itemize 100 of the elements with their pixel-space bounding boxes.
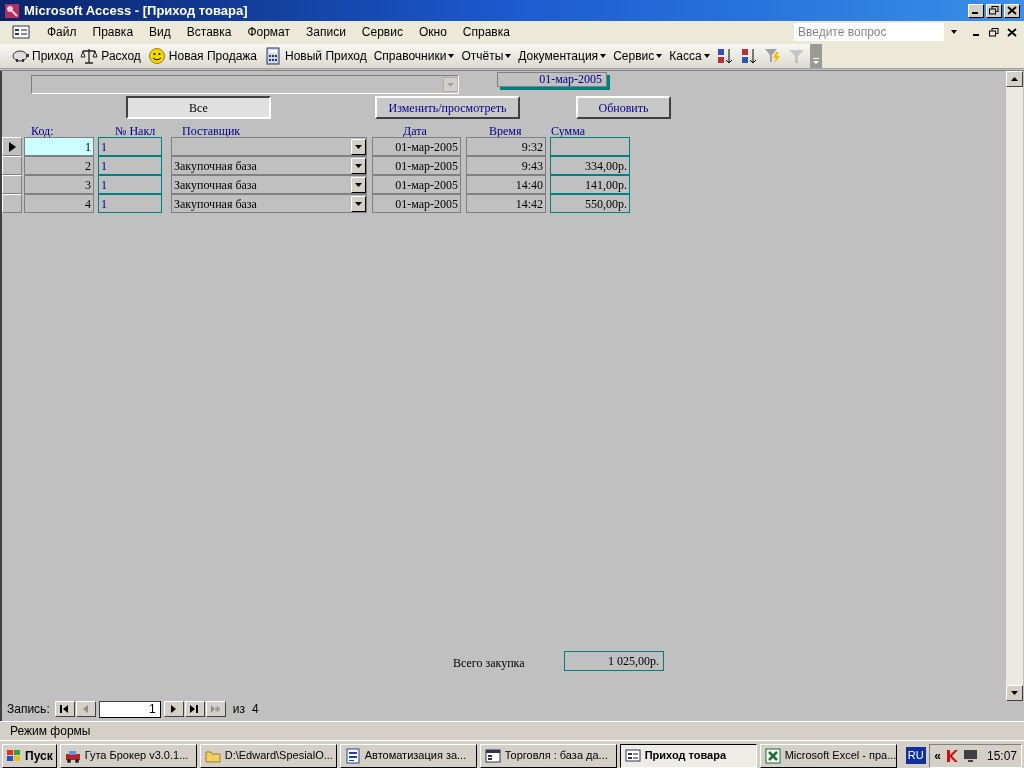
supplier-combo-field[interactable]: Закупочная база: [171, 175, 367, 194]
record-number-field[interactable]: 1: [98, 700, 161, 718]
total-field: 1 025,00р.: [564, 651, 664, 671]
scales-icon: [80, 46, 99, 65]
invoice-cell[interactable]: 1: [98, 137, 162, 156]
taskbar-button[interactable]: D:\Edward\SpesialO...: [199, 743, 337, 768]
document-icon: [344, 747, 361, 764]
scroll-up-button[interactable]: [1006, 71, 1023, 87]
tray-expand-button[interactable]: «: [934, 746, 941, 765]
close-button[interactable]: [1004, 3, 1020, 18]
menu-item[interactable]: Формат: [240, 21, 298, 43]
form-icon: [12, 25, 30, 39]
time-cell[interactable]: 14:40: [466, 175, 546, 194]
supplier-combo-field[interactable]: Закупочная база: [171, 156, 367, 175]
menu-item[interactable]: Записи: [299, 21, 353, 43]
restore-button[interactable]: [986, 3, 1002, 18]
sort-descending-icon: [740, 46, 759, 65]
time-cell[interactable]: 14:42: [466, 194, 546, 213]
taskbar-button[interactable]: Автоматизация за...: [339, 743, 477, 768]
total-label: Всего закупка: [453, 655, 525, 672]
taskbar-button[interactable]: Приход товара: [619, 743, 757, 768]
form-icon: [624, 747, 641, 764]
monitor-icon: [962, 748, 979, 763]
scroll-down-button[interactable]: [1006, 685, 1023, 701]
supplier-text: Закупочная база: [174, 195, 257, 213]
toolbar-button[interactable]: Новый Приход: [261, 44, 370, 67]
time-cell[interactable]: 9:43: [466, 156, 546, 175]
previous-icon: [81, 705, 91, 713]
toolbar-button[interactable]: Приход: [8, 44, 77, 67]
caret-icon: [355, 163, 362, 168]
menu-item[interactable]: Справка: [455, 21, 517, 43]
caret-icon: [600, 53, 607, 58]
current-record-icon: [8, 141, 16, 152]
minimize-button[interactable]: [968, 3, 984, 18]
time-cell[interactable]: 9:32: [466, 137, 546, 156]
toolbar-menu[interactable]: Сервис: [610, 44, 666, 67]
last-record-button[interactable]: [184, 701, 205, 717]
toolbar-button[interactable]: Расход: [77, 44, 144, 67]
code-cell[interactable]: 4: [24, 194, 94, 213]
date-cell[interactable]: 01-мар-2005: [372, 156, 461, 175]
supplier-combo-field[interactable]: Закупочная база: [171, 194, 367, 213]
sum-cell[interactable]: 141,00р.: [550, 175, 630, 194]
new-record-icon: [211, 705, 221, 713]
caret-icon: [355, 182, 362, 187]
invoice-cell[interactable]: 1: [98, 156, 162, 175]
code-cell[interactable]: 1: [24, 137, 94, 156]
column-header: Время: [489, 123, 522, 140]
last-icon: [190, 705, 200, 713]
supplier-combo-field[interactable]: [171, 137, 367, 156]
menu-item[interactable]: Вставка: [179, 21, 239, 43]
start-button[interactable]: Пуск: [2, 743, 57, 768]
supplier-text: Закупочная база: [174, 157, 257, 175]
toolbar-overflow-button[interactable]: [809, 43, 822, 68]
language-indicator[interactable]: RU: [905, 747, 926, 764]
taskbar-button[interactable]: Microsoft Excel - пра...: [759, 743, 897, 768]
supplier-text: Закупочная база: [174, 176, 257, 194]
help-search-field[interactable]: Введите вопрос: [794, 23, 944, 41]
invoice-cell[interactable]: 1: [98, 175, 162, 194]
menu-item[interactable]: Файл: [40, 21, 84, 43]
previous-record-button[interactable]: [75, 701, 96, 717]
filter-combo-field[interactable]: [31, 75, 459, 94]
calculator-icon: [264, 46, 282, 65]
toolbar-menu[interactable]: Отчёты: [458, 44, 515, 67]
new-record-button[interactable]: [205, 701, 226, 717]
menu-item[interactable]: Окно: [411, 21, 454, 43]
form-button[interactable]: Все: [126, 96, 271, 119]
first-icon: [60, 705, 70, 713]
date-cell[interactable]: 01-мар-2005: [372, 137, 461, 156]
filter-lightning-icon: [764, 46, 783, 65]
code-cell[interactable]: 3: [24, 175, 94, 194]
sum-cell[interactable]: [550, 137, 630, 156]
next-record-button[interactable]: [163, 701, 184, 717]
caret-icon: [448, 53, 455, 58]
date-cell[interactable]: 01-мар-2005: [372, 175, 461, 194]
date-field: 01-мар-2005: [497, 72, 607, 87]
menu-item[interactable]: Правка: [85, 21, 141, 43]
taskbar-button[interactable]: Торговля : база да...: [479, 743, 617, 768]
menu-item[interactable]: Сервис: [354, 21, 410, 43]
date-cell[interactable]: 01-мар-2005: [372, 194, 461, 213]
invoice-cell[interactable]: 1: [98, 194, 162, 213]
toolbar-menu[interactable]: Справочники: [370, 44, 458, 67]
record-count: 4: [251, 701, 259, 718]
sort-ascending-icon: [716, 46, 735, 65]
restore-icon: [989, 6, 999, 15]
toolbar-menu[interactable]: Документация: [515, 44, 610, 67]
toolbar-button[interactable]: Новая Продажа: [144, 44, 260, 67]
sum-cell[interactable]: 550,00р.: [550, 194, 630, 213]
first-record-button[interactable]: [54, 701, 75, 717]
sum-cell[interactable]: 334,00р.: [550, 156, 630, 175]
code-cell[interactable]: 2: [24, 156, 94, 175]
form-button[interactable]: Изменить/просмотреть: [375, 96, 520, 119]
record-selector[interactable]: [2, 137, 22, 156]
menu-item[interactable]: Вид: [142, 21, 178, 43]
close-icon: [1007, 6, 1017, 15]
toolbar-menu[interactable]: Касса: [666, 44, 713, 67]
close-icon: [1007, 27, 1017, 37]
form-button[interactable]: Обновить: [576, 96, 671, 119]
vertical-scrollbar[interactable]: [1006, 71, 1023, 701]
dropdown-caret-icon: [950, 29, 958, 35]
taskbar-button[interactable]: Гута Брокер v3.0.1...: [59, 743, 197, 768]
